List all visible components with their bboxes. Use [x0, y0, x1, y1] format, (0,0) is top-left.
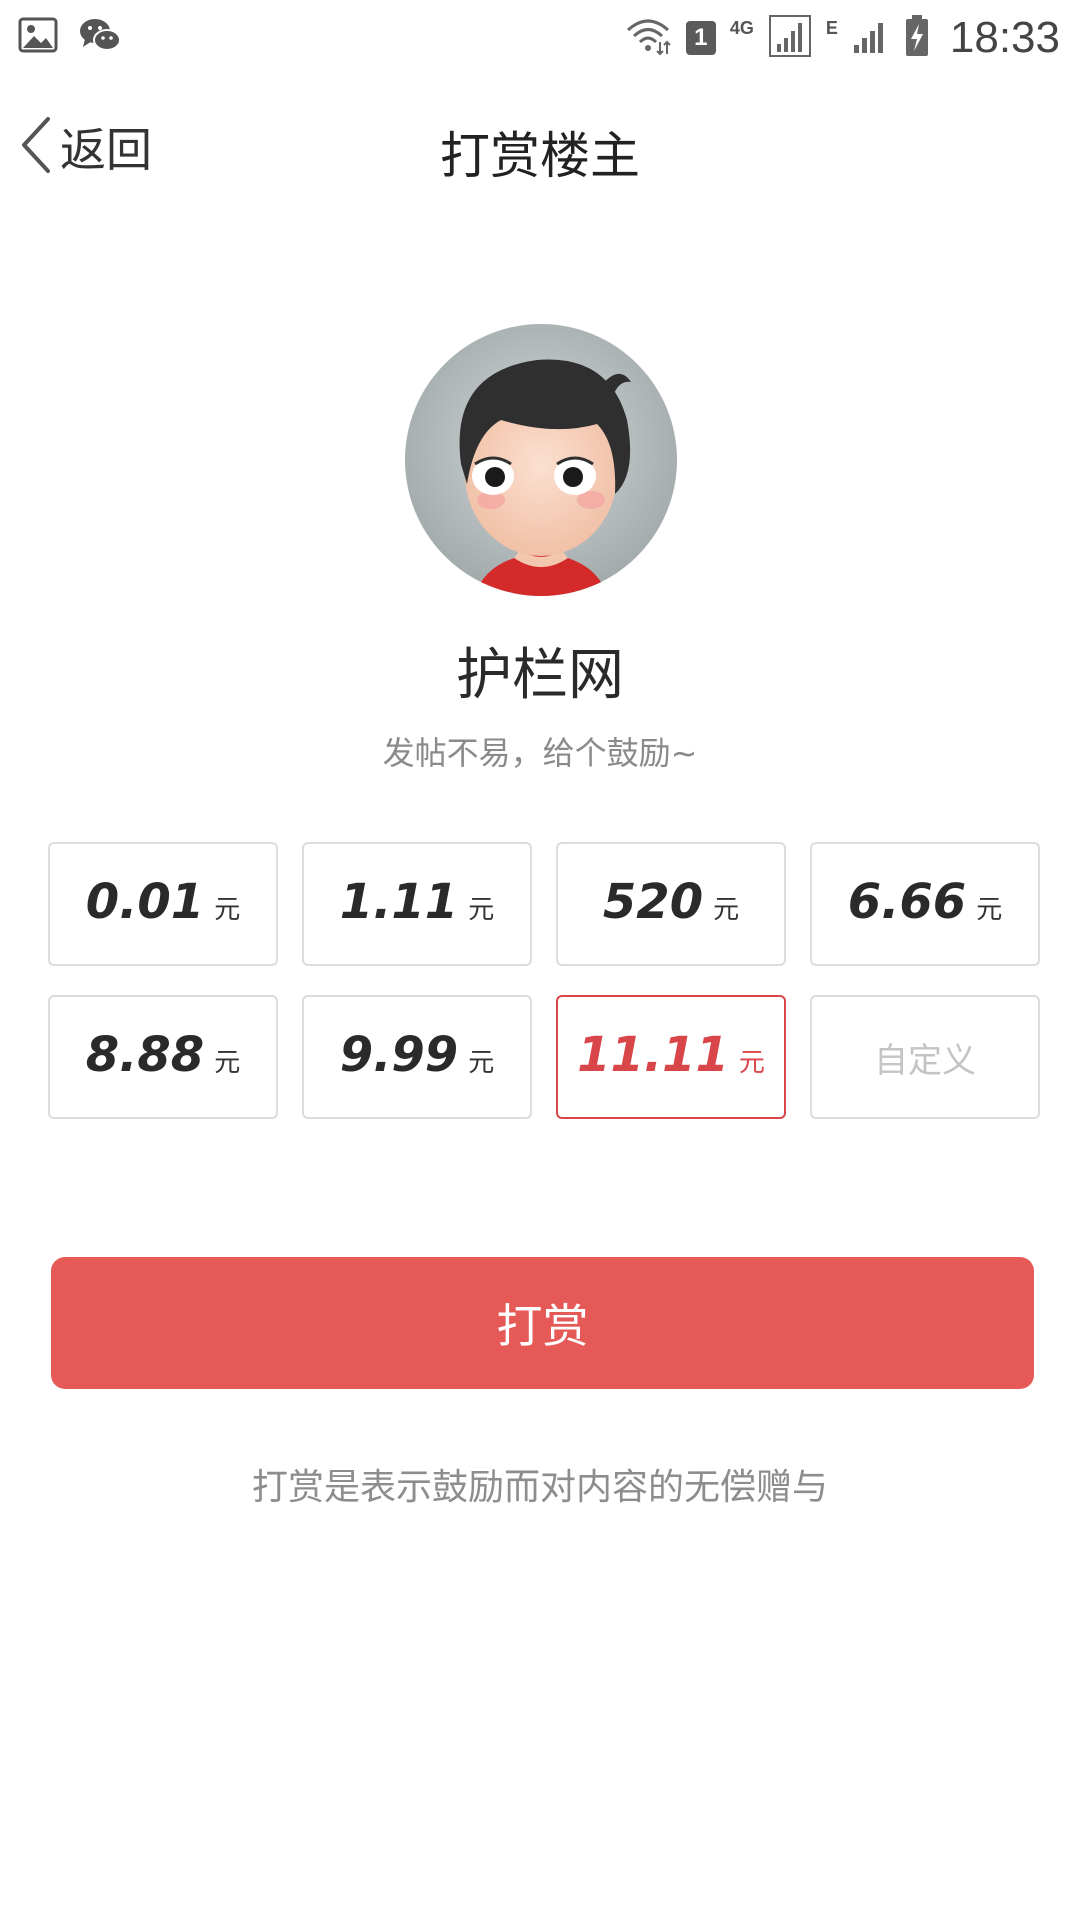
wechat-icon [78, 16, 122, 58]
amount-option-520[interactable]: 520 元 [556, 842, 786, 966]
amount-value: 520 [602, 874, 704, 930]
amount-value: 8.88 [85, 1027, 205, 1083]
page-title: 打赏楼主 [440, 127, 640, 185]
amount-unit: 元 [214, 895, 241, 925]
status-bar-left [18, 16, 122, 58]
custom-amount-label: 自定义 [874, 1040, 976, 1081]
reward-button[interactable]: 打赏 [51, 1257, 1034, 1389]
amount-value: 9.99 [339, 1027, 459, 1083]
amount-option-9-99[interactable]: 9.99 元 [302, 995, 532, 1119]
amount-option-6-66[interactable]: 6.66 元 [810, 842, 1040, 966]
custom-amount-button[interactable]: 自定义 [810, 995, 1040, 1119]
amount-unit: 元 [468, 1048, 495, 1078]
avatar [405, 324, 677, 596]
gallery-icon [18, 17, 58, 57]
amount-option-0-01[interactable]: 0.01 元 [48, 842, 278, 966]
signal-bars-icon [852, 17, 890, 59]
nav-bar: 返回 打赏楼主 [0, 76, 1080, 216]
amount-unit: 元 [713, 895, 740, 925]
amount-value: 6.66 [847, 874, 967, 930]
signal-icon [768, 14, 812, 62]
author-name: 护栏网 [456, 643, 624, 708]
status-bar-right: 1 4G E 18:33 [624, 10, 1060, 66]
amount-unit: 元 [214, 1048, 241, 1078]
tagline: 发帖不易，给个鼓励~ [382, 734, 698, 772]
amount-value: 0.01 [85, 874, 205, 930]
network-type-primary: 4G [729, 18, 754, 38]
amount-value: 11.11 [577, 1027, 729, 1083]
battery-charging-icon [904, 14, 930, 62]
amount-unit: 元 [738, 1048, 765, 1078]
network-type-secondary: E [825, 18, 838, 38]
wifi-icon [624, 16, 672, 60]
amount-grid: 0.01 元 1.11 元 520 元 6.66 元 8.88 元 9.99 元… [48, 842, 1040, 1119]
status-bar: 1 4G E 18:33 [0, 0, 1080, 76]
status-time: 18:33 [949, 13, 1060, 62]
disclaimer-text: 打赏是表示鼓励而对内容的无偿赠与 [251, 1467, 828, 1508]
amount-value: 1.11 [339, 874, 459, 930]
amount-unit: 元 [468, 895, 495, 925]
sim-slot-badge: 1 [685, 21, 716, 55]
amount-option-11-11[interactable]: 11.11 元 [556, 995, 786, 1119]
amount-unit: 元 [976, 895, 1003, 925]
amount-option-8-88[interactable]: 8.88 元 [48, 995, 278, 1119]
amount-option-1-11[interactable]: 1.11 元 [302, 842, 532, 966]
